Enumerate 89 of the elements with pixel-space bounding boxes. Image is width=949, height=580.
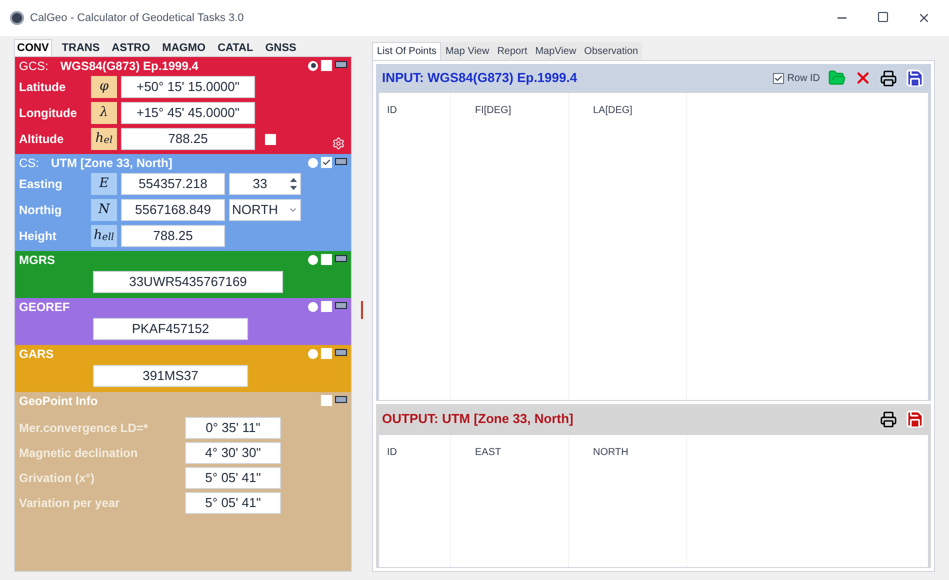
value-field[interactable]: +50° 15' 15.0000" <box>121 76 255 98</box>
zone-spinner[interactable]: 33 <box>229 173 301 195</box>
collapse-button[interactable] <box>335 158 347 165</box>
symbol-label: N <box>91 199 117 221</box>
tab[interactable]: MAGMO <box>160 40 208 56</box>
field-label: Easting <box>19 176 64 193</box>
tab[interactable]: MapView <box>531 42 580 60</box>
tab[interactable]: ASTRO <box>110 40 152 56</box>
section-title: GEOREF <box>19 298 70 316</box>
tab[interactable]: List Of Points <box>372 42 442 60</box>
column-header: EAST <box>475 446 502 460</box>
window-title: CalGeo - Calculator of Geodetical Tasks 3.0 <box>30 10 244 26</box>
value-field[interactable]: 554357.218 <box>121 173 225 195</box>
spin-arrows-icon[interactable] <box>290 177 297 191</box>
close-icon[interactable] <box>917 11 931 25</box>
value-field[interactable]: 788.25 <box>121 128 255 150</box>
print-icon[interactable] <box>880 70 897 86</box>
checkbox-label: Row ID <box>787 72 820 86</box>
column-header: LA[DEG] <box>593 104 634 118</box>
globe-icon <box>10 11 24 25</box>
section-title: GeoPoint Info <box>19 392 98 410</box>
field-label: Longitude <box>19 105 78 122</box>
info-label: Grivation (x°) <box>19 470 94 487</box>
collapse-button[interactable] <box>335 349 347 356</box>
radio-button[interactable] <box>308 302 318 312</box>
settings-icon[interactable] <box>332 137 345 150</box>
tab[interactable]: CONV <box>14 38 52 56</box>
tab[interactable]: Report <box>493 42 532 60</box>
symbol-label: λ <box>91 102 117 124</box>
section-title: GARS <box>19 346 54 362</box>
info-label: Mer.convergence LD=* <box>19 420 148 437</box>
checkbox[interactable] <box>321 254 332 265</box>
column-header: NORTH <box>593 446 630 460</box>
value-field[interactable]: +15° 45' 45.0000" <box>121 102 255 124</box>
field-label: Latitude <box>19 79 67 96</box>
field-label: Northig <box>19 202 63 219</box>
collapse-button[interactable] <box>335 61 347 68</box>
checkbox[interactable] <box>321 395 332 406</box>
hemisphere-select[interactable]: NORTH <box>229 199 301 221</box>
radio-button[interactable] <box>308 158 318 168</box>
symbol-label: h$_{el}$ <box>91 128 117 150</box>
tab[interactable]: Observation <box>580 42 642 60</box>
info-label: Variation per year <box>19 495 120 512</box>
radio-button[interactable] <box>308 254 318 264</box>
section-title: CS: <box>19 154 40 172</box>
checkbox[interactable] <box>321 301 332 312</box>
symbol-label: E <box>91 173 117 195</box>
tab[interactable]: Map View <box>441 42 494 60</box>
checkbox[interactable] <box>321 60 332 71</box>
radio-button[interactable] <box>308 348 318 358</box>
section-title: GCS: <box>19 58 48 74</box>
column-header: ID <box>387 446 398 460</box>
info-value[interactable]: 4° 30' 30" <box>185 442 281 464</box>
info-label: Magnetic declination <box>19 445 138 462</box>
checkbox[interactable] <box>321 348 332 359</box>
value-field[interactable]: 33UWR5435767169 <box>93 271 283 293</box>
field-label: Height <box>19 228 58 245</box>
section-subtitle: UTM [Zone 33, North] <box>51 154 172 172</box>
checkbox[interactable] <box>265 134 276 144</box>
column-header: FI[DEG] <box>475 104 512 118</box>
tab[interactable]: TRANS <box>60 40 102 56</box>
save-icon[interactable] <box>905 409 925 429</box>
collapse-button[interactable] <box>335 255 347 262</box>
value-field[interactable]: PKAF457152 <box>93 318 248 340</box>
tab[interactable]: GNSS <box>263 40 298 56</box>
info-value[interactable]: 5° 05' 41" <box>185 492 281 514</box>
splitter-handle[interactable] <box>361 301 363 319</box>
section-subtitle: WGS84(G873) Ep.1999.4 <box>60 58 198 74</box>
collapse-button[interactable] <box>335 396 347 403</box>
checkbox[interactable] <box>321 157 332 168</box>
output-title: OUTPUT: UTM [Zone 33, North] <box>382 410 574 428</box>
tab[interactable]: CATAL <box>216 40 256 56</box>
column-header: ID <box>387 104 398 118</box>
collapse-button[interactable] <box>335 302 347 309</box>
symbol-label: φ <box>91 76 117 98</box>
symbol-label: h$_{ell}$ <box>91 225 117 247</box>
print-icon[interactable] <box>880 410 897 428</box>
value-field[interactable]: 5567168.849 <box>121 199 225 221</box>
field-label: Altitude <box>19 131 65 148</box>
info-value[interactable]: 0° 35' 11" <box>185 417 281 439</box>
save-icon[interactable] <box>905 68 925 88</box>
radio-button[interactable] <box>308 60 318 70</box>
checkbox[interactable] <box>773 72 784 84</box>
value-field[interactable]: 788.25 <box>121 225 225 247</box>
info-value[interactable]: 5° 05' 41" <box>185 467 281 489</box>
maximize-icon[interactable] <box>877 11 889 23</box>
section-title: MGRS <box>19 252 55 268</box>
value-field[interactable]: 391MS37 <box>93 365 248 387</box>
input-title: INPUT: WGS84(G873) Ep.1999.4 <box>382 69 578 88</box>
